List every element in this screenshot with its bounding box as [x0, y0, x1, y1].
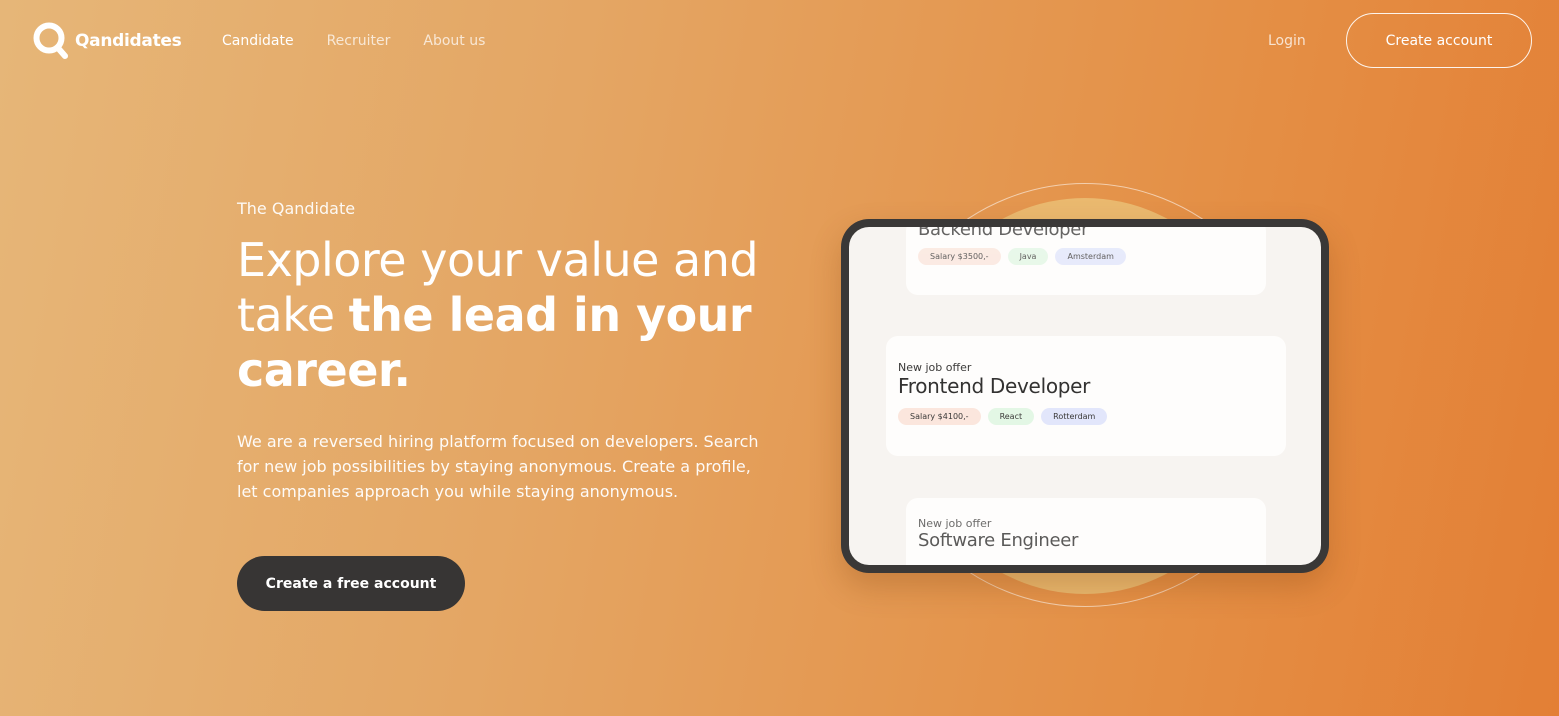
nav-item-recruiter[interactable]: Recruiter	[327, 33, 391, 49]
nav-item-about-us[interactable]: About us	[423, 33, 485, 49]
job-card-backend: Backend Developer Salary $3500,- Java Am…	[906, 227, 1266, 295]
tablet-screen: Backend Developer Salary $3500,- Java Am…	[849, 227, 1321, 565]
tag-city: Rotterdam	[1041, 408, 1108, 425]
q-logo-icon	[33, 22, 68, 59]
nav-item-candidate[interactable]: Candidate	[222, 33, 294, 49]
job-card-tags: Salary $3500,- Java Amsterdam	[918, 248, 1254, 265]
hero-description: We are a reversed hiring platform focuse…	[237, 432, 759, 501]
tag-city: Amsterdam	[1055, 248, 1126, 265]
brand-name: Qandidates	[75, 31, 182, 51]
job-card-title: Frontend Developer	[898, 374, 1091, 398]
job-card-title: Backend Developer	[918, 227, 1089, 240]
job-card-software-engineer: New job offer Software Engineer	[906, 498, 1266, 565]
job-card-label: New job offer	[918, 517, 992, 530]
brand-logo[interactable]: Qandidates	[32, 21, 182, 61]
hero-eyebrow: The Qandidate	[237, 199, 356, 218]
job-card-tags: Salary $4100,- React Rotterdam	[898, 408, 1274, 425]
hero-title: Explore your value and take the lead in …	[237, 233, 777, 398]
tag-salary: Salary $4100,-	[898, 408, 981, 425]
tag-skill: React	[987, 408, 1035, 425]
job-card-title: Software Engineer	[918, 530, 1079, 551]
job-card-frontend: New job offer Frontend Developer Salary …	[886, 336, 1286, 456]
tag-salary: Salary $3500,-	[918, 248, 1001, 265]
main-nav: Candidate Recruiter About us	[222, 33, 485, 49]
job-card-label: New job offer	[898, 361, 972, 374]
tag-skill: Java	[1007, 248, 1049, 265]
create-account-button[interactable]: Create account	[1346, 13, 1532, 68]
tablet-illustration: Backend Developer Salary $3500,- Java Am…	[841, 219, 1329, 573]
create-free-account-button[interactable]: Create a free account	[237, 556, 465, 611]
login-link[interactable]: Login	[1268, 33, 1306, 49]
